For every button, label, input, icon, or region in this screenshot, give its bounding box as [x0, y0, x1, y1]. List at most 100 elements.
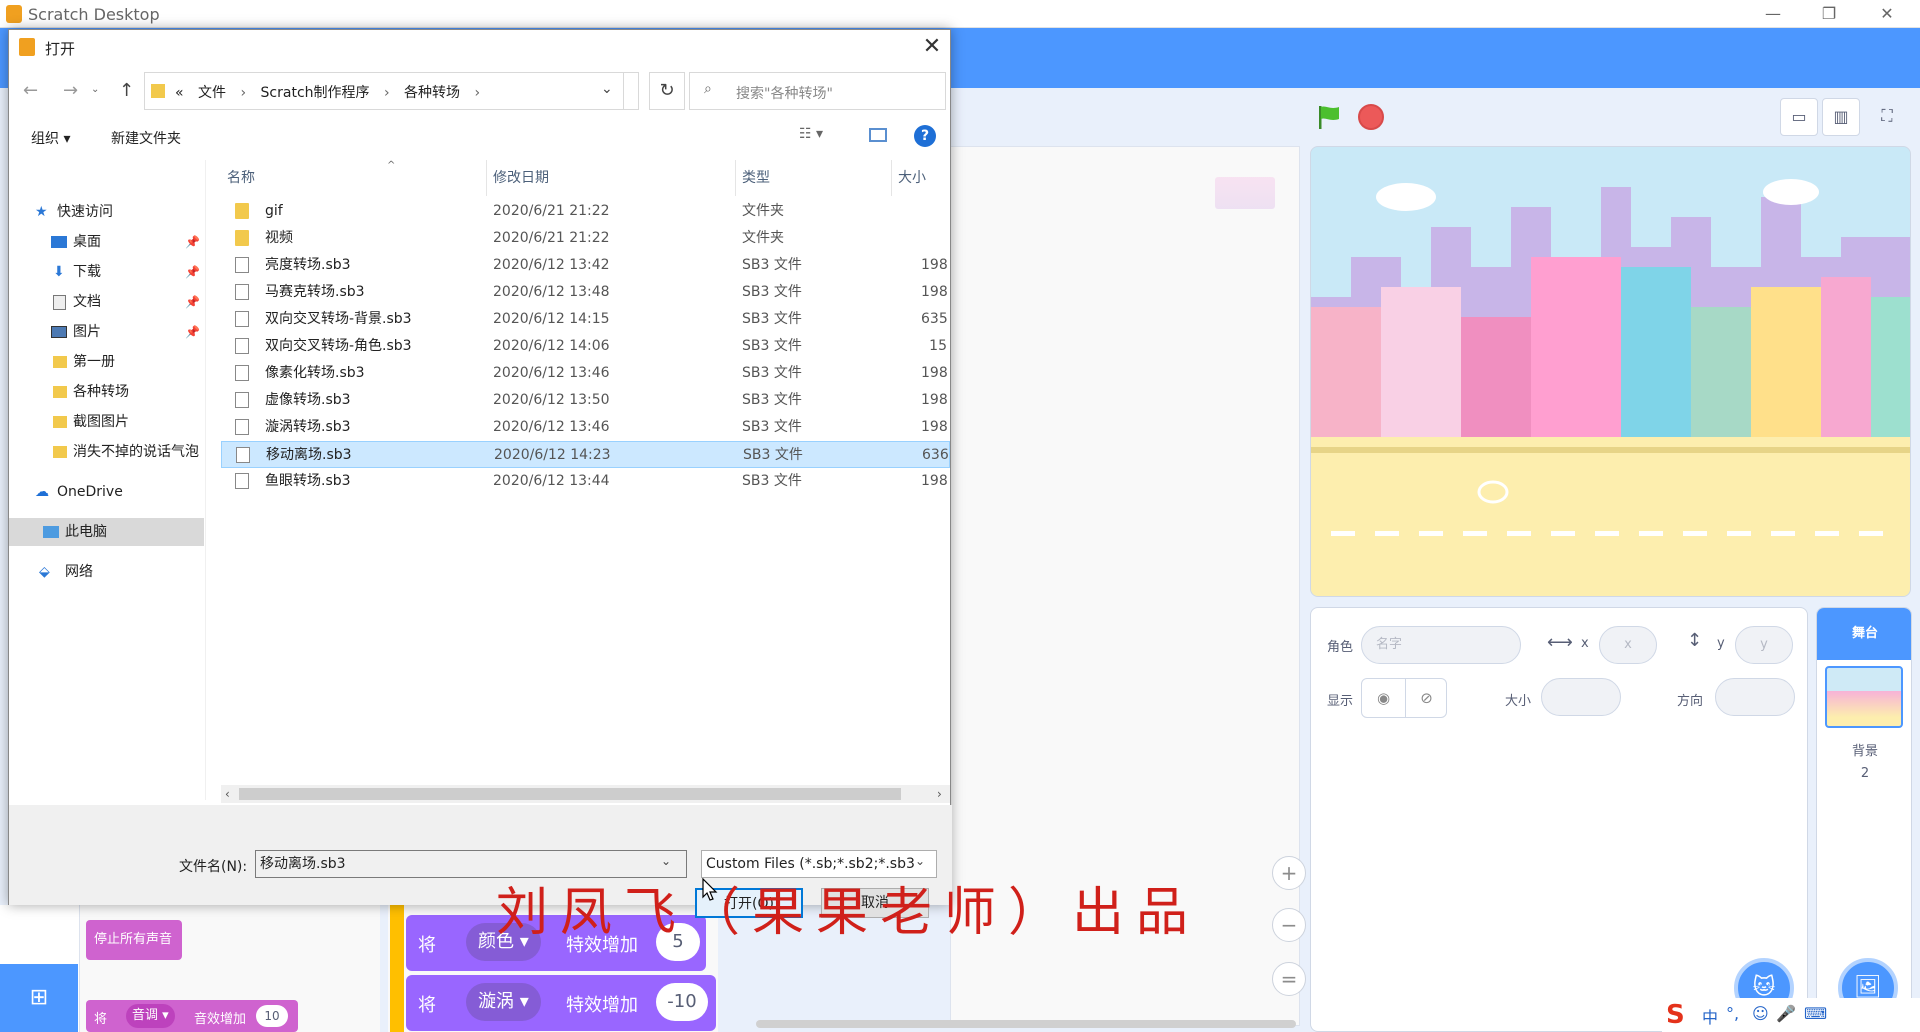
table-row[interactable]: 双向交叉转场-角色.sb3 2020/6/12 14:06 SB3 文件 15	[221, 333, 950, 360]
change-effect-block-2[interactable]: 将 漩涡 ▾ 特效增加 -10	[406, 975, 716, 1031]
breadcrumb-item[interactable]: 各种转场	[404, 85, 460, 101]
file-type: 文件夹	[742, 203, 784, 219]
refresh-icon[interactable]: ↻	[649, 72, 685, 110]
file-name: 虚像转场.sb3	[265, 392, 351, 408]
file-list-horizontal-scrollbar[interactable]: ‹ ›	[221, 785, 950, 803]
table-row[interactable]: 移动离场.sb3 2020/6/12 14:23 SB3 文件 636	[221, 441, 950, 468]
sound-effect-value[interactable]: 10	[256, 1005, 288, 1027]
table-row[interactable]: gif 2020/6/21 21:22 文件夹	[221, 198, 950, 225]
pin-icon[interactable]: 📌	[185, 288, 200, 316]
direction-input[interactable]	[1715, 678, 1795, 716]
stop-button[interactable]	[1358, 104, 1384, 130]
column-date[interactable]: 修改日期	[486, 160, 549, 196]
table-row[interactable]: 视频 2020/6/21 21:22 文件夹	[221, 225, 950, 252]
nav-folder-transitions[interactable]: 各种转场	[9, 378, 204, 406]
stop-all-sounds-block[interactable]: 停止所有声音	[86, 920, 182, 960]
stage-canvas[interactable]	[1310, 146, 1911, 597]
nav-desktop[interactable]: 桌面 📌	[9, 228, 204, 256]
effect-value-input[interactable]: -10	[656, 983, 708, 1021]
address-dropdown-icon[interactable]: ⌄	[601, 81, 613, 97]
ime-emoji-icon[interactable]: ☺	[1752, 1004, 1769, 1030]
table-row[interactable]: 马赛克转场.sb3 2020/6/12 13:48 SB3 文件 198	[221, 279, 950, 306]
view-options-icon[interactable]: ☷ ▾	[799, 126, 823, 142]
table-row[interactable]: 双向交叉转场-背景.sb3 2020/6/12 14:15 SB3 文件 635	[221, 306, 950, 333]
table-row[interactable]: 虚像转场.sb3 2020/6/12 13:50 SB3 文件 198	[221, 387, 950, 414]
filter-dropdown-icon[interactable]: ⌄	[915, 854, 925, 868]
preview-pane-icon[interactable]	[869, 128, 887, 142]
zoom-reset-button[interactable]: =	[1272, 962, 1306, 996]
show-eye-icon[interactable]: ◉	[1362, 679, 1405, 717]
new-folder-button[interactable]: 新建文件夹	[111, 128, 181, 148]
recent-dropdown-icon[interactable]: ⌄	[91, 84, 99, 95]
search-input[interactable]: 搜索"各种转场"	[736, 83, 833, 103]
scrollbar-thumb[interactable]	[239, 788, 901, 800]
column-size[interactable]: 大小	[891, 160, 926, 196]
table-row[interactable]: 漩涡转场.sb3 2020/6/12 13:46 SB3 文件 198	[221, 414, 950, 441]
stage-tab[interactable]: 舞台	[1817, 608, 1911, 660]
filename-dropdown-icon[interactable]: ⌄	[661, 854, 671, 868]
window-close-button[interactable]: ✕	[1864, 0, 1910, 28]
sound-effect-block[interactable]: 将 音调 ▾ 音效增加 10	[86, 1000, 298, 1032]
scroll-right-icon[interactable]: ›	[937, 787, 942, 801]
help-icon[interactable]: ?	[914, 125, 936, 147]
back-arrow-icon[interactable]: ←	[23, 80, 38, 101]
sound-effect-dropdown[interactable]: 音调 ▾	[126, 1004, 175, 1028]
table-row[interactable]: 亮度转场.sb3 2020/6/12 13:42 SB3 文件 198	[221, 252, 950, 279]
add-extension-button[interactable]: ⊞	[0, 964, 78, 1032]
restore-button[interactable]: ❐	[1806, 0, 1852, 28]
nav-network[interactable]: ⬙ 网络	[9, 558, 204, 586]
nav-folder-book1[interactable]: 第一册	[9, 348, 204, 376]
ime-keyboard-icon[interactable]: ⌨	[1804, 1004, 1827, 1030]
code-horizontal-scrollbar[interactable]	[756, 1020, 1296, 1028]
backdrop-thumbnail[interactable]	[1825, 666, 1903, 728]
column-name[interactable]: 名称	[227, 160, 255, 196]
breadcrumb-item[interactable]: Scratch制作程序	[261, 85, 370, 101]
pin-icon[interactable]: 📌	[185, 258, 200, 286]
nav-pictures[interactable]: 图片 📌	[9, 318, 204, 346]
backdrop-label: 背景	[1851, 744, 1878, 759]
ime-punctuation-mode[interactable]: °,	[1726, 1004, 1739, 1030]
nav-downloads[interactable]: ⬇ 下载 📌	[9, 258, 204, 286]
effect-dropdown[interactable]: 漩涡 ▾	[466, 983, 541, 1021]
sogou-logo-icon[interactable]: S	[1666, 1000, 1685, 1030]
file-size: 198	[921, 419, 948, 435]
direction-label: 方向	[1677, 694, 1704, 709]
y-input[interactable]: y	[1735, 626, 1793, 664]
dialog-close-button[interactable]: ✕	[917, 32, 947, 62]
column-type[interactable]: 类型	[735, 160, 770, 196]
scroll-left-icon[interactable]: ‹	[225, 787, 230, 801]
organize-button[interactable]: 组织 ▾	[31, 128, 70, 148]
sprite-name-input[interactable]: 名字	[1361, 626, 1521, 664]
table-row[interactable]: 鱼眼转场.sb3 2020/6/12 13:44 SB3 文件 198	[221, 468, 950, 495]
minimize-button[interactable]: —	[1750, 0, 1796, 28]
forward-arrow-icon[interactable]: →	[63, 80, 78, 101]
size-input[interactable]	[1541, 678, 1621, 716]
zoom-out-button[interactable]: −	[1272, 908, 1306, 942]
zoom-in-button[interactable]: +	[1272, 856, 1306, 890]
nav-folder-screenshots[interactable]: 截图图片	[9, 408, 204, 436]
search-box[interactable]: ⌕ 搜索"各种转场"	[689, 72, 946, 110]
small-stage-button[interactable]: ▭	[1780, 98, 1818, 136]
normal-stage-button[interactable]: ▥	[1822, 98, 1860, 136]
nav-quick-access[interactable]: ★ 快速访问	[9, 198, 204, 226]
window-title: Scratch Desktop	[28, 5, 160, 24]
pin-icon[interactable]: 📌	[185, 318, 200, 346]
breadcrumb-item[interactable]: 文件	[198, 85, 226, 101]
ime-chinese-mode[interactable]: 中	[1702, 1004, 1718, 1030]
nav-folder-speech-bubble[interactable]: 消失不掉的说话气泡	[9, 438, 204, 466]
x-input[interactable]: x	[1599, 626, 1657, 664]
green-flag-icon[interactable]	[1316, 104, 1342, 130]
hat-block-edge	[390, 905, 404, 1032]
breadcrumb-overflow[interactable]: «	[175, 85, 184, 101]
ime-mic-icon[interactable]: 🎤	[1776, 1004, 1796, 1030]
table-row[interactable]: 像素化转场.sb3 2020/6/12 13:46 SB3 文件 198	[221, 360, 950, 387]
nav-this-pc[interactable]: 此电脑	[9, 518, 204, 546]
fullscreen-button[interactable]: ⛶	[1868, 98, 1906, 136]
sound-effect-label: 音效增加	[194, 1012, 247, 1027]
nav-onedrive[interactable]: ☁ OneDrive	[9, 478, 204, 506]
up-arrow-icon[interactable]: ↑	[119, 80, 134, 101]
address-bar[interactable]: « 文件 › Scratch制作程序 › 各种转场 › ⌄	[144, 72, 639, 110]
nav-documents[interactable]: 文档 📌	[9, 288, 204, 316]
pin-icon[interactable]: 📌	[185, 228, 200, 256]
hide-eye-icon[interactable]: ⊘	[1405, 679, 1447, 717]
